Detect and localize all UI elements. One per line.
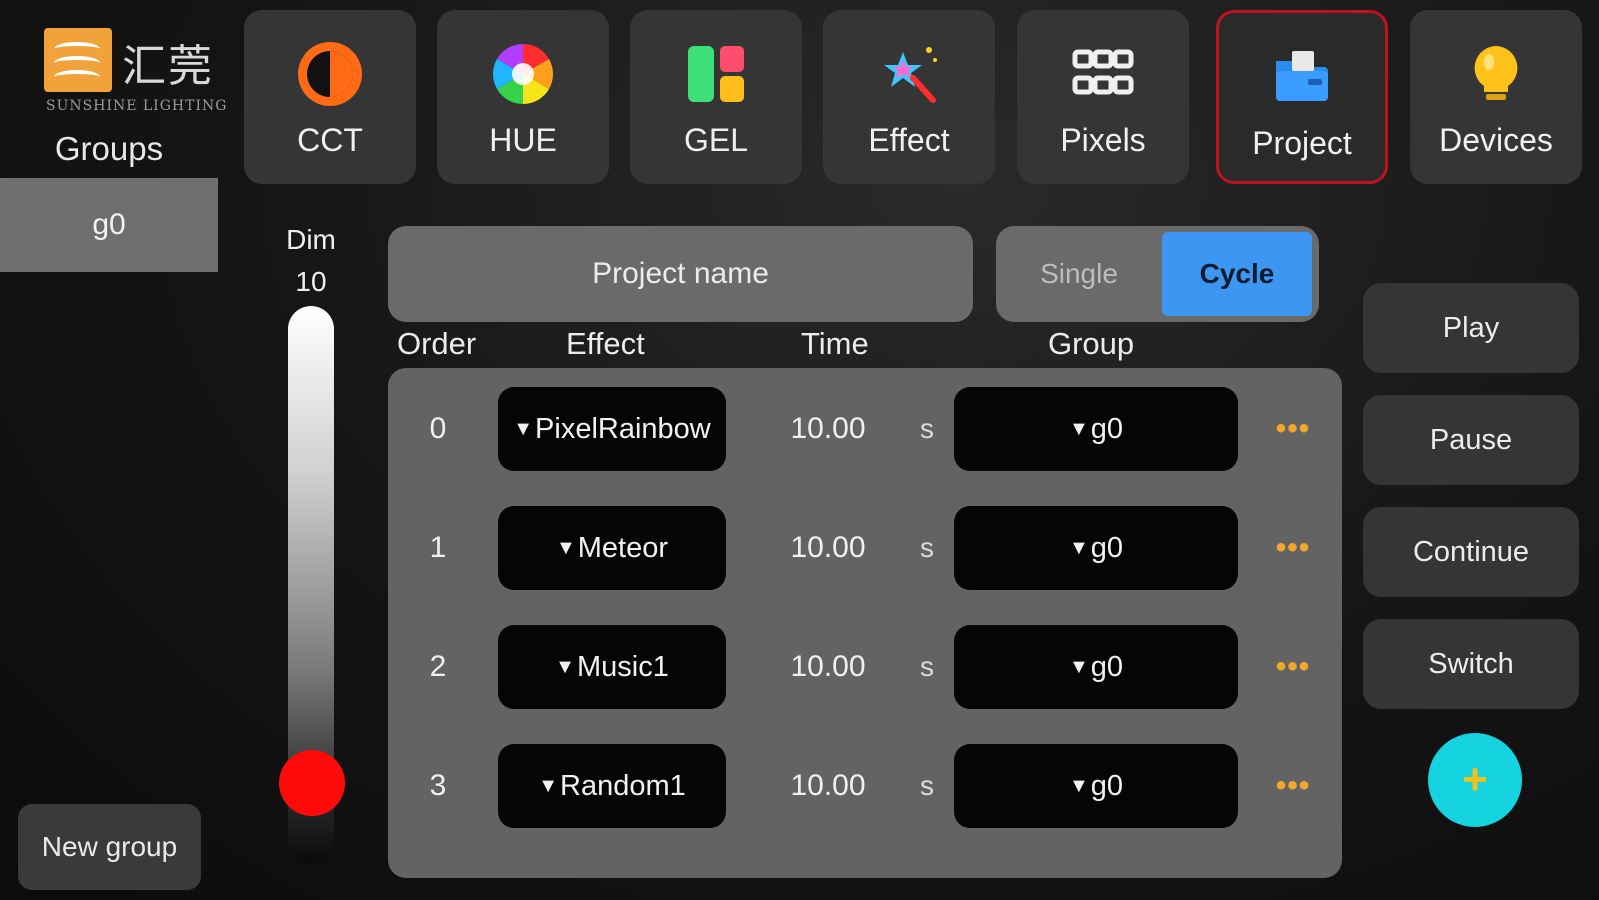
project-name-input[interactable]: Project name bbox=[388, 226, 973, 322]
group-dropdown[interactable]: ▼ g0 bbox=[954, 625, 1238, 709]
brand-logo-icon bbox=[44, 28, 112, 92]
more-options-icon[interactable]: ••• bbox=[1268, 624, 1318, 710]
dropdown-arrow-icon: ▼ bbox=[555, 536, 576, 559]
header-effect: Effect bbox=[566, 326, 645, 361]
tab-effect-label: Effect bbox=[868, 122, 950, 158]
tab-hue[interactable]: HUE bbox=[437, 10, 609, 184]
tab-devices[interactable]: Devices bbox=[1410, 10, 1582, 184]
gel-swatches-icon bbox=[688, 46, 744, 102]
row-order: 3 bbox=[429, 769, 447, 802]
tab-project-label: Project bbox=[1252, 125, 1352, 161]
group-dropdown[interactable]: ▼ g0 bbox=[954, 387, 1238, 471]
brand-logo-text-cn: 汇莞 bbox=[122, 41, 214, 92]
mode-single-button[interactable]: Single bbox=[996, 226, 1162, 322]
group-dropdown-value: g0 bbox=[1090, 769, 1124, 802]
time-value[interactable]: 10.00 bbox=[768, 386, 888, 472]
more-options-icon[interactable]: ••• bbox=[1268, 505, 1318, 591]
dropdown-arrow-icon: ▼ bbox=[538, 774, 559, 797]
effect-dropdown[interactable]: ▼ PixelRainbow bbox=[498, 387, 726, 471]
time-unit: s bbox=[920, 770, 934, 801]
mode-toggle: Single Cycle bbox=[996, 226, 1319, 322]
group-dropdown-value: g0 bbox=[1090, 531, 1124, 564]
more-options-icon[interactable]: ••• bbox=[1268, 386, 1318, 472]
magic-wand-star-icon bbox=[884, 47, 937, 103]
time-value[interactable]: 10.00 bbox=[768, 505, 888, 591]
tab-devices-label: Devices bbox=[1439, 122, 1553, 158]
dropdown-arrow-icon: ▼ bbox=[1068, 774, 1089, 797]
group-dropdown[interactable]: ▼ g0 bbox=[954, 744, 1238, 828]
tab-pixels[interactable]: Pixels bbox=[1017, 10, 1189, 184]
tab-gel[interactable]: GEL bbox=[630, 10, 802, 184]
tab-cct[interactable]: CCT bbox=[244, 10, 416, 184]
table-row: 0 ▼ PixelRainbow 10.00 s ▼ g0 ••• bbox=[388, 386, 1342, 472]
tab-gel-label: GEL bbox=[683, 122, 749, 158]
row-order: 0 bbox=[429, 412, 447, 445]
dropdown-arrow-icon: ▼ bbox=[513, 417, 534, 440]
time-value[interactable]: 10.00 bbox=[768, 743, 888, 829]
groups-title: Groups bbox=[54, 130, 164, 167]
table-row: 1 ▼ Meteor 10.00 s ▼ g0 ••• bbox=[388, 505, 1342, 591]
color-wheel-icon bbox=[492, 43, 554, 105]
dim-label: Dim bbox=[286, 224, 336, 255]
tab-effect[interactable]: Effect bbox=[823, 10, 995, 184]
time-unit: s bbox=[920, 532, 934, 563]
effect-dropdown-value: Meteor bbox=[577, 531, 669, 564]
row-order: 1 bbox=[429, 531, 447, 564]
lightbulb-icon bbox=[1474, 46, 1518, 100]
dropdown-arrow-icon: ▼ bbox=[1068, 655, 1089, 678]
group-dropdown[interactable]: ▼ g0 bbox=[954, 506, 1238, 590]
new-group-button[interactable]: New group bbox=[18, 804, 201, 890]
tab-cct-label: CCT bbox=[297, 122, 363, 158]
time-unit: s bbox=[920, 413, 934, 444]
header-order: Order bbox=[397, 326, 477, 361]
mode-cycle-button[interactable]: Cycle bbox=[1162, 232, 1312, 316]
row-order: 2 bbox=[429, 650, 447, 683]
pause-button[interactable]: Pause bbox=[1363, 395, 1579, 485]
dropdown-arrow-icon: ▼ bbox=[1068, 536, 1089, 559]
table-row: 2 ▼ Music1 10.00 s ▼ g0 ••• bbox=[388, 624, 1342, 710]
group-dropdown-value: g0 bbox=[1090, 412, 1124, 445]
tab-hue-label: HUE bbox=[489, 122, 557, 158]
time-value[interactable]: 10.00 bbox=[768, 624, 888, 710]
group-dropdown-value: g0 bbox=[1090, 650, 1124, 683]
header-group: Group bbox=[1048, 326, 1135, 361]
tab-project[interactable]: Project bbox=[1216, 10, 1388, 184]
more-options-icon[interactable]: ••• bbox=[1268, 743, 1318, 829]
dim-value: 10 bbox=[295, 266, 327, 297]
brand-logo-text-en: SUNSHINE LIGHTING bbox=[46, 98, 228, 114]
add-effect-button[interactable]: + bbox=[1428, 733, 1522, 827]
dim-slider-knob[interactable] bbox=[279, 750, 345, 816]
play-button[interactable]: Play bbox=[1363, 283, 1579, 373]
dropdown-arrow-icon: ▼ bbox=[555, 655, 575, 678]
folder-icon bbox=[1276, 51, 1328, 101]
effect-dropdown[interactable]: ▼ Meteor bbox=[498, 506, 726, 590]
tab-pixels-label: Pixels bbox=[1060, 122, 1146, 158]
effect-dropdown-value: Random1 bbox=[560, 769, 686, 802]
continue-button[interactable]: Continue bbox=[1363, 507, 1579, 597]
switch-button[interactable]: Switch bbox=[1363, 619, 1579, 709]
effect-dropdown[interactable]: ▼ Music1 bbox=[498, 625, 726, 709]
effect-dropdown-value: Music1 bbox=[576, 650, 669, 683]
half-circle-icon bbox=[298, 42, 362, 106]
table-row: 3 ▼ Random1 10.00 s ▼ g0 ••• bbox=[388, 743, 1342, 829]
pixel-grid-icon bbox=[1072, 49, 1134, 95]
effect-dropdown-value: PixelRainbow bbox=[535, 412, 711, 445]
header-time: Time bbox=[801, 326, 869, 361]
effect-dropdown[interactable]: ▼ Random1 bbox=[498, 744, 726, 828]
dropdown-arrow-icon: ▼ bbox=[1068, 417, 1089, 440]
effects-table: 0 ▼ PixelRainbow 10.00 s ▼ g0 ••• 1 ▼ Meteo… bbox=[388, 368, 1342, 878]
time-unit: s bbox=[920, 651, 934, 682]
sidebar-item-group[interactable]: g0 bbox=[0, 178, 218, 272]
